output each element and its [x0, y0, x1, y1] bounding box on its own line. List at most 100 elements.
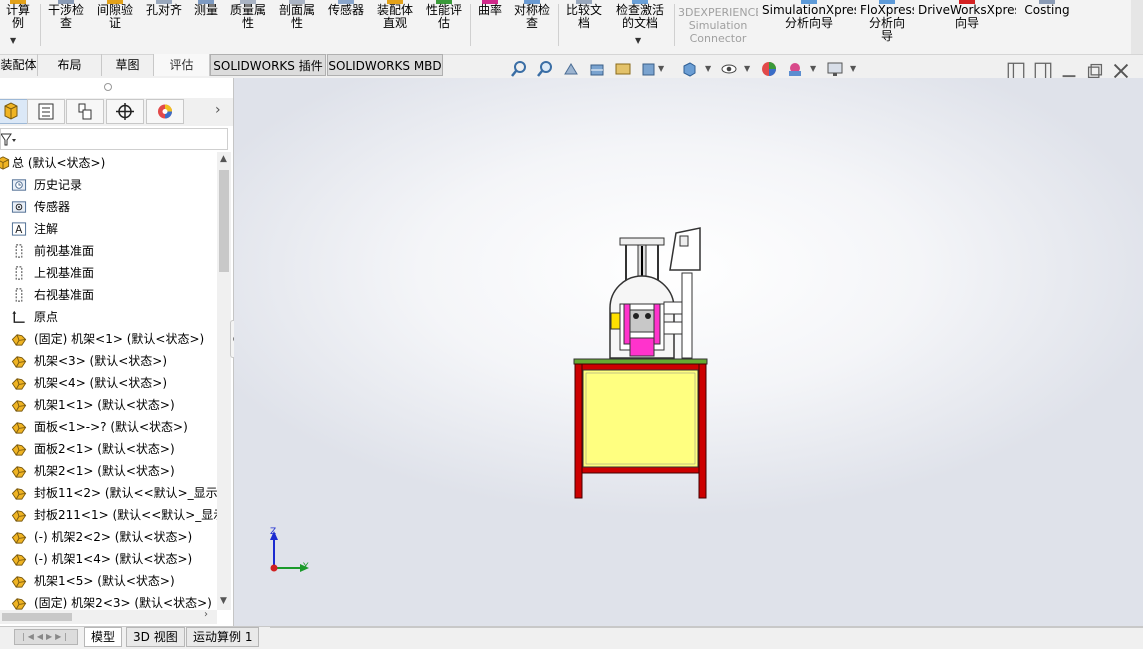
ribbon-3dexperience-connector-label: 3DEXPERIENCE Simulation Connector [678, 6, 758, 45]
part-icon [11, 576, 27, 588]
ribbon-compare-documents-label: 比较文 档 [565, 3, 602, 30]
ribbon-hole-alignment[interactable]: 孔对齐 [142, 0, 186, 54]
display-style-icon[interactable] [680, 60, 698, 78]
ribbon-performance-evaluation[interactable]: 性能评 估 [422, 0, 466, 54]
ribbon-curvature[interactable]: 曲率 [474, 0, 506, 54]
ribbon-sensor[interactable]: 传感器 [324, 0, 368, 54]
tree-item[interactable]: 机架<3> (默认<状态>) [0, 350, 217, 372]
tree-item[interactable]: 面板<1>->? (默认<状态>) [0, 416, 217, 438]
ribbon-hole-alignment-label: 孔对齐 [145, 3, 182, 17]
tab-3d-view[interactable]: 3D 视图 [126, 627, 185, 647]
tab-solidworks-mbd[interactable]: SOLIDWORKS MBD [327, 54, 443, 76]
chevron-down-icon[interactable]: ▼ [850, 64, 856, 73]
tree-item[interactable]: 机架1<1> (默认<状态>) [0, 394, 217, 416]
filter-icon [1, 133, 16, 146]
ribbon-interference-check[interactable]: 干涉检 查 [44, 0, 88, 54]
tree-item[interactable]: 机架2<1> (默认<状态>) [0, 460, 217, 482]
tab-evaluate[interactable]: 评估 [154, 54, 210, 76]
ribbon-separator [470, 4, 471, 46]
tree-item[interactable]: 前视基准面 [0, 240, 217, 262]
zoom-to-fit-icon[interactable] [510, 60, 528, 78]
tree-item[interactable]: 机架<4> (默认<状态>) [0, 372, 217, 394]
scroll-down-arrow-icon[interactable]: ▼ [220, 596, 227, 606]
ribbon-symmetry-check-label: 对称检 查 [513, 3, 550, 30]
ribbon-calculate[interactable]: 计算 例 [0, 0, 36, 54]
tab-configuration-manager[interactable] [66, 99, 104, 124]
origin-icon [12, 310, 25, 323]
ribbon-3dexperience-connector[interactable]: 3DEXPERIENCE Simulation Connector [678, 6, 758, 52]
chevron-right-icon[interactable]: › [215, 102, 221, 118]
tab-model[interactable]: 模型 [84, 627, 123, 647]
tree-item[interactable]: 总 (默认<状态>) [0, 152, 217, 174]
tree-item[interactable]: 原点 [0, 306, 217, 328]
tree-item-label: 上视基准面 [34, 266, 95, 280]
chevron-down-icon[interactable]: ▼ [658, 64, 664, 73]
part-icon [11, 532, 27, 544]
tree-item[interactable]: 历史记录 [0, 174, 217, 196]
tab-assembly[interactable]: 装配体 [0, 54, 38, 76]
tree-item-label: 封板11<2> (默认<<默认>_显示状 [34, 486, 217, 500]
zoom-to-area-icon[interactable] [536, 60, 554, 78]
tree-item[interactable]: (固定) 机架<1> (默认<状态>) [0, 328, 217, 350]
chevron-down-icon[interactable]: ▼ [635, 36, 641, 45]
apply-scene-icon[interactable] [786, 60, 804, 78]
filter-field[interactable] [0, 128, 228, 150]
machine-assembly-model[interactable] [564, 218, 714, 503]
plane-icon [15, 266, 23, 280]
ribbon-assembly-visualization[interactable]: 装配体 直观 [373, 0, 417, 54]
ribbon-compare-documents[interactable]: 比较文 档 [562, 0, 606, 54]
tab-motion-study-1[interactable]: 运动算例 1 [186, 627, 260, 647]
tree-scrollbar-thumb[interactable] [219, 170, 229, 272]
hide-show-items-icon[interactable] [720, 60, 738, 78]
tree-item[interactable]: 面板2<1> (默认<状态>) [0, 438, 217, 460]
tree-item[interactable]: 传感器 [0, 196, 217, 218]
ribbon-curvature-label: 曲率 [477, 3, 502, 17]
ribbon-floxpress[interactable]: FloXpress 分析向 导 [860, 0, 914, 54]
ribbon-scrollbar[interactable] [1131, 0, 1143, 54]
ribbon-measure[interactable]: 测量 [190, 0, 222, 54]
scroll-right-arrow-icon[interactable]: › [204, 609, 208, 620]
ribbon-simulationxpress[interactable]: SimulationXpress 分析向导 [762, 0, 856, 54]
ribbon-mass-properties[interactable]: 质量属 性 [226, 0, 270, 54]
tree-item[interactable]: 机架1<5> (默认<状态>) [0, 570, 217, 592]
scroll-up-arrow-icon[interactable]: ▲ [220, 154, 227, 164]
ribbon-section-properties[interactable]: 剖面属 性 [275, 0, 319, 54]
tab-solidworks-addins[interactable]: SOLIDWORKS 插件 [210, 54, 326, 76]
ribbon-symmetry-check[interactable]: 对称检 查 [510, 0, 554, 54]
tab-feature-tree[interactable] [0, 99, 30, 124]
section-view-icon[interactable] [588, 60, 606, 78]
tree-item[interactable]: 封板11<2> (默认<<默认>_显示状 [0, 482, 217, 504]
ribbon-driveworksxpress-label: DriveWorksXpress 向导 [918, 3, 1016, 30]
tab-scroll-arrows[interactable]: |◀◀▶▶| [14, 629, 78, 645]
panel-grip-icon[interactable] [104, 83, 112, 91]
tab-display-manager[interactable] [146, 99, 184, 124]
chevron-down-icon[interactable]: ▼ [10, 36, 16, 45]
tree-item[interactable]: (固定) 机架2<3> (默认<状态>) [0, 592, 217, 612]
ribbon-check-active-document[interactable]: 检查激活 的文档 [611, 0, 669, 54]
tree-item-label: 机架1<1> (默认<状态>) [34, 398, 175, 412]
tree-hscroll-thumb[interactable] [2, 613, 72, 621]
chevron-down-icon[interactable]: ▼ [810, 64, 816, 73]
crosshair-icon [116, 103, 134, 120]
dynamic-annotation-icon[interactable] [614, 60, 632, 78]
previous-view-icon[interactable] [562, 60, 580, 78]
tree-item[interactable]: (-) 机架1<4> (默认<状态>) [0, 548, 217, 570]
tab-layout[interactable]: 布局 [38, 54, 102, 76]
edit-appearance-icon[interactable] [760, 60, 778, 78]
chevron-down-icon[interactable]: ▼ [705, 64, 711, 73]
ribbon-driveworksxpress[interactable]: DriveWorksXpress 向导 [918, 0, 1016, 54]
tab-sketch[interactable]: 草图 [102, 54, 154, 76]
chevron-down-icon[interactable]: ▼ [744, 64, 750, 73]
tab-dimxpert-manager[interactable] [106, 99, 144, 124]
ribbon-clearance-verification[interactable]: 间隙验 证 [93, 0, 137, 54]
view-orientation-icon[interactable] [640, 60, 658, 78]
tab-property-manager[interactable] [27, 99, 65, 124]
view-settings-icon[interactable] [826, 60, 844, 78]
tree-item[interactable]: 上视基准面 [0, 262, 217, 284]
tree-item[interactable]: (-) 机架2<2> (默认<状态>) [0, 526, 217, 548]
tree-item[interactable]: 右视基准面 [0, 284, 217, 306]
tree-item[interactable]: 封板211<1> (默认<<默认>_显示 [0, 504, 217, 526]
tree-item[interactable]: A 注解 [0, 218, 217, 240]
graphics-area[interactable]: Z Y [234, 78, 1143, 626]
ribbon-costing[interactable]: Costing [1020, 0, 1074, 54]
